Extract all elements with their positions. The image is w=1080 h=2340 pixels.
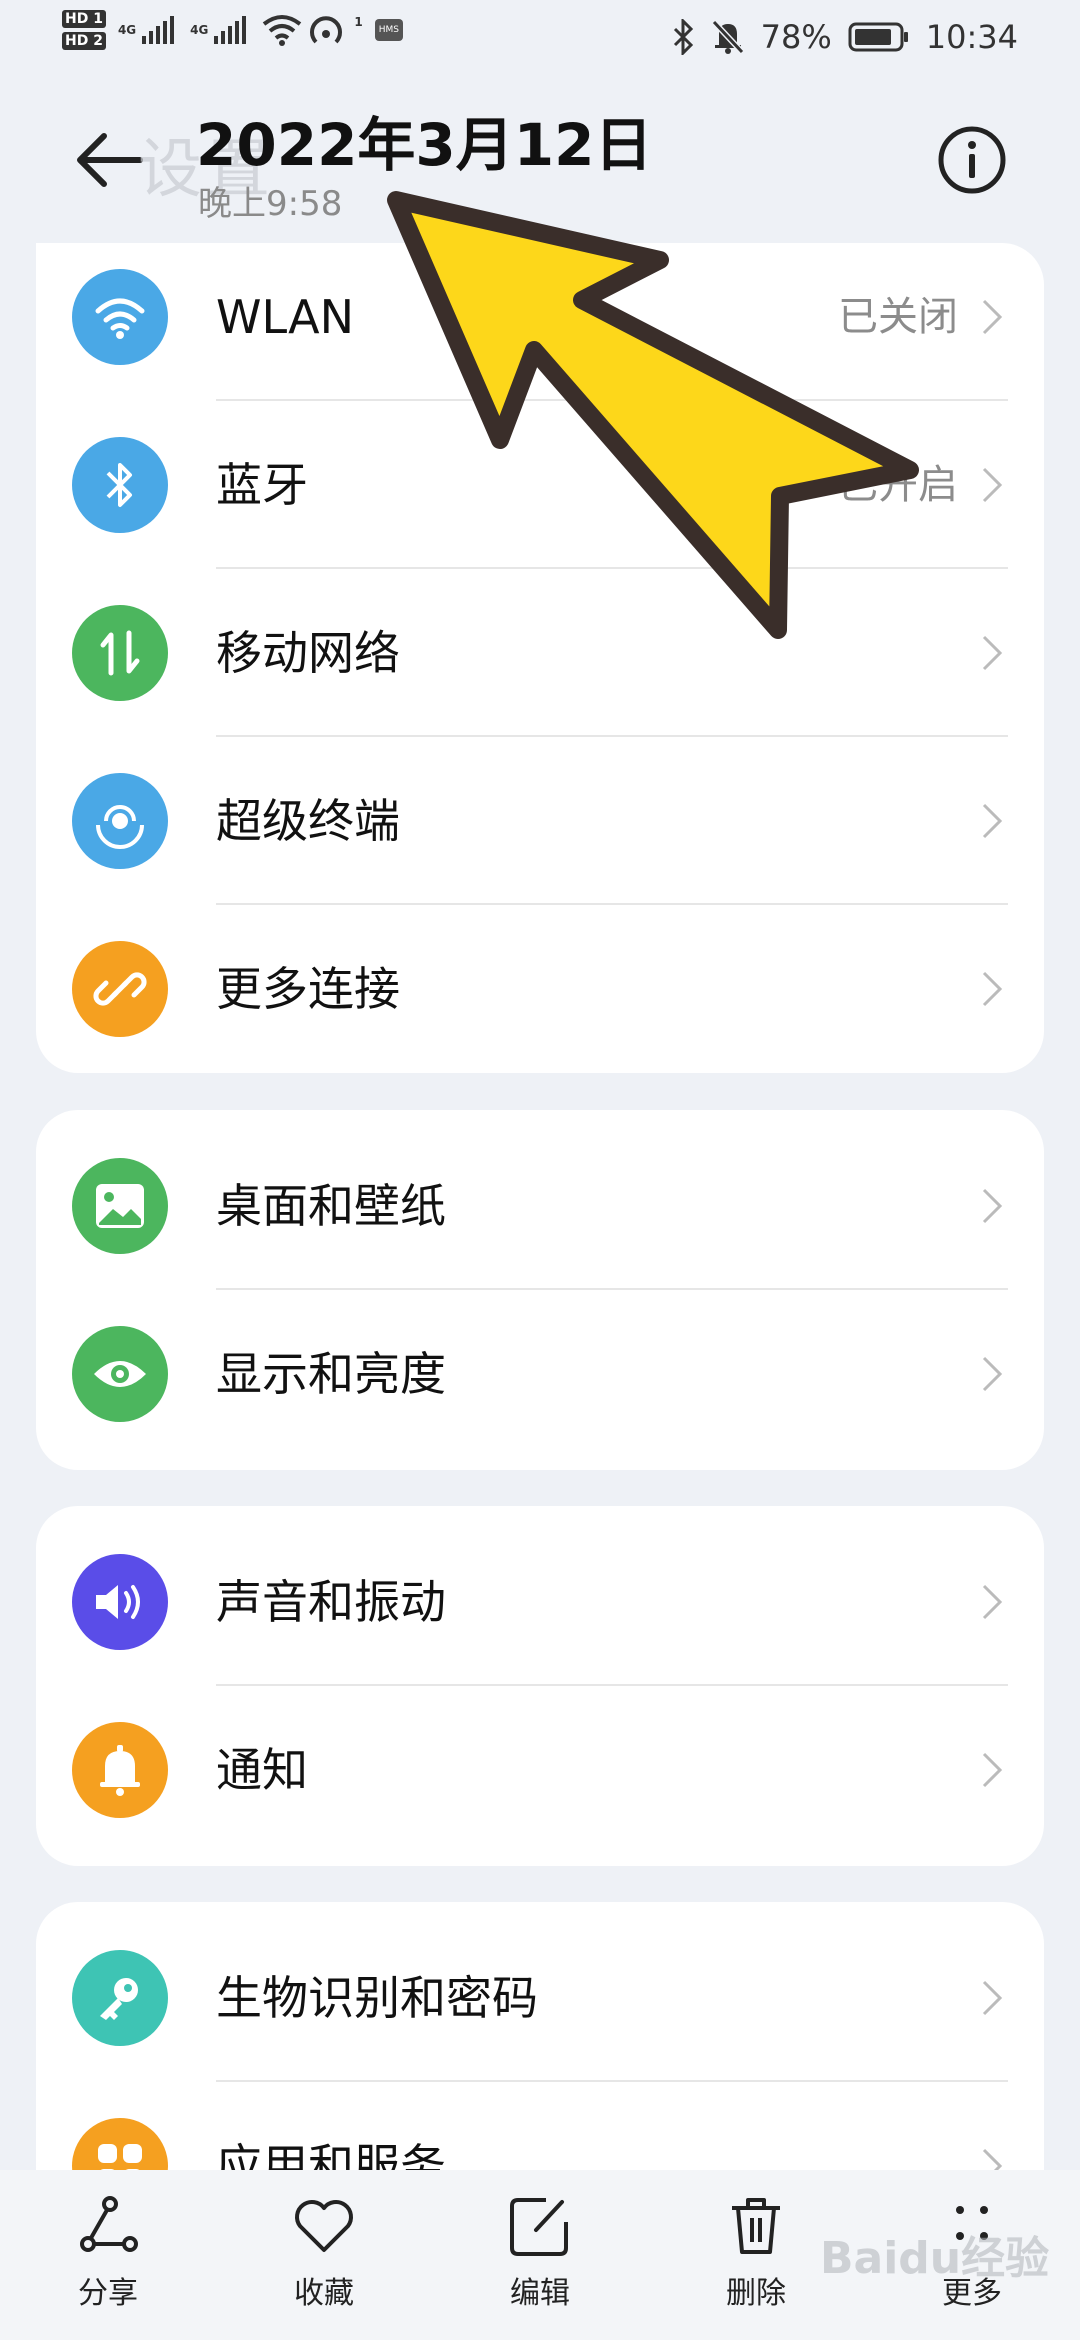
edit-label: 编辑 — [510, 2276, 570, 2311]
delete-label: 删除 — [726, 2276, 786, 2311]
status-left: HD 1 HD 2 4G 4G 1 HMS — [62, 10, 403, 50]
chevron-right-icon — [982, 1584, 1003, 1620]
chevron-right-icon — [982, 1356, 1003, 1392]
signal-icon-2 — [214, 16, 247, 44]
settings-row-bluetooth[interactable]: 蓝牙 已开启 — [36, 401, 1044, 569]
sound-card: 声音和振动 通知 — [36, 1506, 1044, 1866]
hotspot-count: 1 — [354, 15, 363, 29]
wallpaper-icon — [72, 1158, 168, 1254]
settings-row-sound[interactable]: 声音和振动 — [36, 1518, 1044, 1686]
sound-icon — [72, 1554, 168, 1650]
row-label: 超级终端 — [216, 794, 400, 848]
display-card: 桌面和壁纸 显示和亮度 — [36, 1110, 1044, 1470]
settings-row-more-connections[interactable]: 更多连接 — [36, 905, 1044, 1073]
heart-icon — [295, 2200, 353, 2252]
row-value: 已关闭 — [838, 294, 958, 340]
sim1-badge: HD 1 — [62, 10, 106, 28]
super-device-icon — [72, 773, 168, 869]
chevron-right-icon — [982, 1752, 1003, 1788]
hotspot-icon — [310, 16, 343, 44]
wifi-status-icon — [263, 15, 302, 46]
chevron-right-icon — [982, 299, 1003, 335]
eye-icon — [72, 1326, 168, 1422]
share-button[interactable]: 分享 — [0, 2170, 216, 2340]
chevron-right-icon — [982, 1188, 1003, 1224]
settings-row-biometrics[interactable]: 生物识别和密码 — [36, 1914, 1044, 2082]
watermark: Baidu经验 — [820, 2233, 1050, 2284]
chevron-right-icon — [982, 635, 1003, 671]
row-label: WLAN — [216, 290, 355, 344]
sim2-badge: HD 2 — [62, 32, 106, 50]
chevron-right-icon — [982, 467, 1003, 503]
settings-row-notifications[interactable]: 通知 — [36, 1686, 1044, 1854]
edit-button[interactable]: 编辑 — [432, 2170, 648, 2340]
connectivity-card: WLAN 已关闭 蓝牙 已开启 移动网络 超级终端 更多连接 — [36, 243, 1044, 1073]
chevron-right-icon — [982, 971, 1003, 1007]
settings-row-display[interactable]: 显示和亮度 — [36, 1290, 1044, 1458]
signal-icon-1 — [142, 16, 175, 44]
row-label: 蓝牙 — [216, 458, 308, 512]
sim-indicators: HD 1 HD 2 — [62, 10, 106, 50]
status-bar: HD 1 HD 2 4G 4G 1 HMS 78% 10:34 — [0, 0, 1080, 74]
link-icon — [72, 941, 168, 1037]
row-label: 更多连接 — [216, 962, 400, 1016]
settings-row-wallpaper[interactable]: 桌面和壁纸 — [36, 1122, 1044, 1290]
page-title: 2022年3月12日 — [196, 111, 653, 179]
hms-icon: HMS — [374, 19, 403, 41]
page-subtitle: 晚上9:58 — [198, 184, 343, 224]
bell-icon — [72, 1722, 168, 1818]
favorite-button[interactable]: 收藏 — [216, 2170, 432, 2340]
row-label: 声音和振动 — [216, 1575, 446, 1629]
row-label: 显示和亮度 — [216, 1347, 446, 1401]
edit-icon — [510, 2198, 568, 2256]
favorite-label: 收藏 — [294, 2276, 354, 2311]
settings-row-wlan[interactable]: WLAN 已关闭 — [36, 243, 1044, 401]
status-right: 78% 10:34 — [673, 18, 1018, 56]
trash-icon — [732, 2198, 780, 2254]
share-icon — [80, 2196, 138, 2252]
key-icon — [72, 1950, 168, 2046]
clock: 10:34 — [925, 18, 1018, 56]
chevron-right-icon — [982, 803, 1003, 839]
mobile-data-icon — [72, 605, 168, 701]
bluetooth-icon — [72, 437, 168, 533]
chevron-right-icon — [982, 1980, 1003, 2016]
info-button[interactable] — [936, 124, 1008, 196]
network-type-1: 4G — [117, 23, 137, 37]
row-label: 桌面和壁纸 — [216, 1179, 446, 1233]
row-label: 通知 — [216, 1743, 308, 1797]
row-label: 移动网络 — [216, 626, 400, 680]
settings-row-mobile-network[interactable]: 移动网络 — [36, 569, 1044, 737]
wifi-icon — [72, 269, 168, 365]
row-value: 已开启 — [838, 462, 958, 508]
network-type-2: 4G — [190, 23, 209, 37]
settings-row-super-device[interactable]: 超级终端 — [36, 737, 1044, 905]
row-label: 生物识别和密码 — [216, 1971, 538, 2025]
battery-icon — [848, 22, 908, 52]
bluetooth-status-icon — [673, 19, 693, 55]
mute-bell-icon — [711, 19, 744, 55]
battery-percent: 78% — [760, 18, 832, 56]
share-label: 分享 — [78, 2276, 138, 2311]
